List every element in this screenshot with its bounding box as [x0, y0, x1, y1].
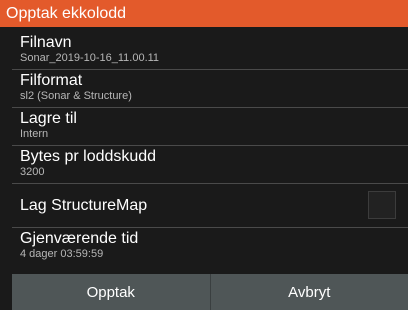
dialog-title: Opptak ekkolodd [0, 0, 408, 27]
record-button[interactable]: Opptak [12, 274, 210, 310]
filename-label: Filnavn [20, 34, 72, 51]
bytes-per-ping-label: Bytes pr loddskudd [20, 148, 157, 165]
bytes-per-ping-value: 3200 [20, 166, 45, 178]
time-remaining-row: Gjenværende tid 4 dager 03:59:59 [12, 228, 408, 266]
record-sonar-dialog: Opptak ekkolodd Filnavn Sonar_2019-10-16… [0, 0, 408, 310]
filename-value: Sonar_2019-10-16_11.00.11 [20, 52, 160, 64]
structuremap-row[interactable]: Lag StructureMap [12, 184, 408, 228]
file-format-value: sl2 (Sonar & Structure) [20, 90, 132, 102]
structuremap-checkbox[interactable] [368, 191, 396, 219]
cancel-button[interactable]: Avbryt [211, 274, 409, 310]
file-format-label: Filformat [20, 72, 83, 89]
save-to-label: Lagre til [20, 110, 77, 127]
save-to-row[interactable]: Lagre til Intern [12, 108, 408, 146]
filename-row[interactable]: Filnavn Sonar_2019-10-16_11.00.11 [12, 32, 408, 70]
bytes-per-ping-row[interactable]: Bytes pr loddskudd 3200 [12, 146, 408, 184]
settings-list: Filnavn Sonar_2019-10-16_11.00.11 Filfor… [12, 32, 408, 266]
structuremap-label: Lag StructureMap [20, 196, 148, 214]
time-remaining-label: Gjenværende tid [20, 230, 139, 247]
file-format-row[interactable]: Filformat sl2 (Sonar & Structure) [12, 70, 408, 108]
save-to-value: Intern [20, 128, 49, 140]
button-bar: Opptak Avbryt [12, 274, 408, 310]
time-remaining-value: 4 dager 03:59:59 [20, 248, 104, 260]
